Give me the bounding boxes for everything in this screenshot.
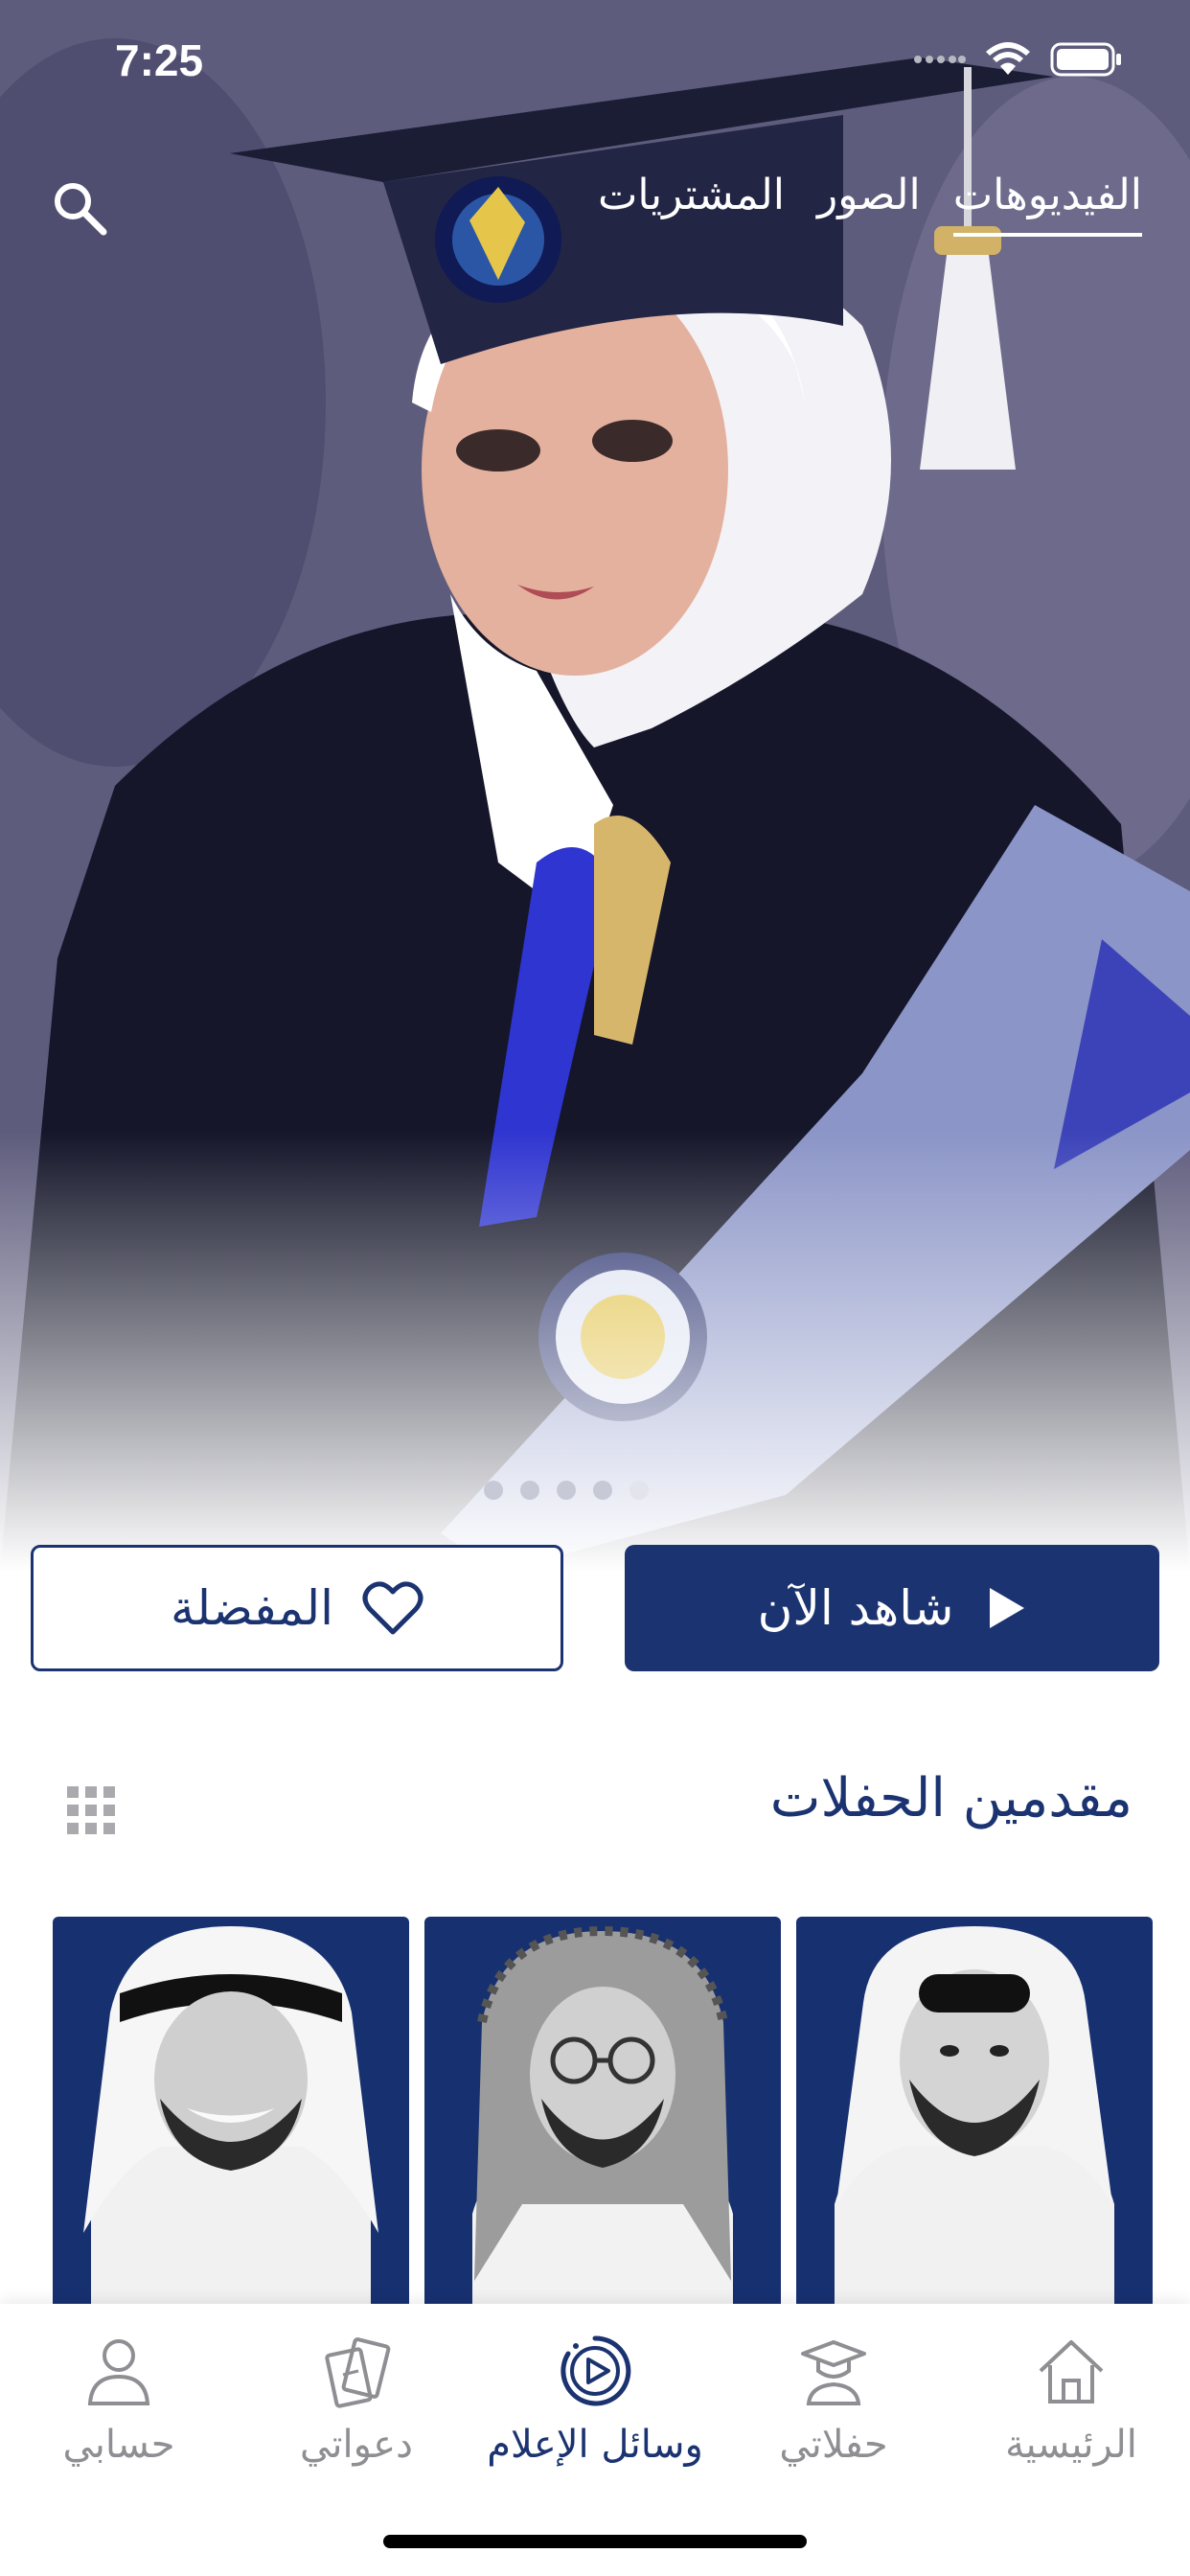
tab-purchases[interactable]: المشتريات [598,171,785,237]
tab-photos[interactable]: الصور [817,171,921,237]
tab-my-ceremonies-label: حفلاتي [779,2423,888,2467]
wifi-icon [986,42,1030,75]
status-icons [912,42,1123,77]
person-icon [87,2339,150,2405]
presenter-photo [835,1926,1114,2310]
presenter-card[interactable] [796,1917,1153,2310]
page-dot-active[interactable] [629,1481,649,1500]
graduate-icon [801,2340,866,2405]
home-indicator[interactable] [383,2535,807,2548]
presenters-list [53,1917,1153,2310]
media-play-icon [561,2335,631,2406]
presenter-card[interactable] [424,1917,781,2310]
tab-my-account[interactable]: حسابي [0,2333,238,2496]
search-icon[interactable] [50,178,111,240]
page-dot[interactable] [484,1481,503,1500]
hero-fade-overlay [0,1131,1190,1572]
watch-now-label: شاهد الآن [757,1580,954,1636]
battery-icon [1050,42,1121,77]
favorites-button[interactable]: المفضلة [31,1545,563,1671]
tab-videos[interactable]: الفيديوهات [952,171,1142,237]
tab-my-invitations-label: دعواتي [300,2423,413,2467]
hero-pagination [484,1481,649,1500]
page-dot[interactable] [593,1481,612,1500]
tab-media-label: وسائل الإعلام [487,2423,703,2467]
page-dot[interactable] [520,1481,539,1500]
status-time: 7:25 [115,35,204,85]
presenters-section-title: مقدمين الحفلات [769,1767,1133,1829]
bottom-tab-bar: الرئيسية حفلاتي وسائل الإعلام دعواتي حسا… [0,2304,1190,2576]
hero-banner[interactable]: 7:25 الفيديوهات الصور المشتريات [0,0,1190,1572]
favorites-label: المفضلة [170,1580,334,1636]
tickets-icon [325,2337,391,2408]
play-icon [990,1588,1025,1628]
tab-my-ceremonies[interactable]: حفلاتي [715,2333,952,2496]
tab-media[interactable]: وسائل الإعلام [476,2333,714,2496]
page-dot[interactable] [557,1481,576,1500]
signal-icon [914,56,966,63]
presenter-card[interactable] [53,1917,409,2310]
presenter-photo [472,1925,733,2310]
tab-home-label: الرئيسية [1005,2423,1137,2467]
top-tabs: الفيديوهات الصور المشتريات [598,171,1142,237]
tab-home[interactable]: الرئيسية [952,2333,1190,2496]
media-screen: 7:25 الفيديوهات الصور المشتريات شاهد الآ… [0,0,1190,2576]
watch-now-button[interactable]: شاهد الآن [625,1545,1159,1671]
home-icon [1039,2340,1104,2404]
tab-my-account-label: حسابي [62,2423,175,2467]
tab-my-invitations[interactable]: دعواتي [238,2333,475,2496]
heart-icon [362,1581,423,1635]
presenter-photo [83,1926,378,2310]
grid-view-icon[interactable] [65,1784,117,1836]
